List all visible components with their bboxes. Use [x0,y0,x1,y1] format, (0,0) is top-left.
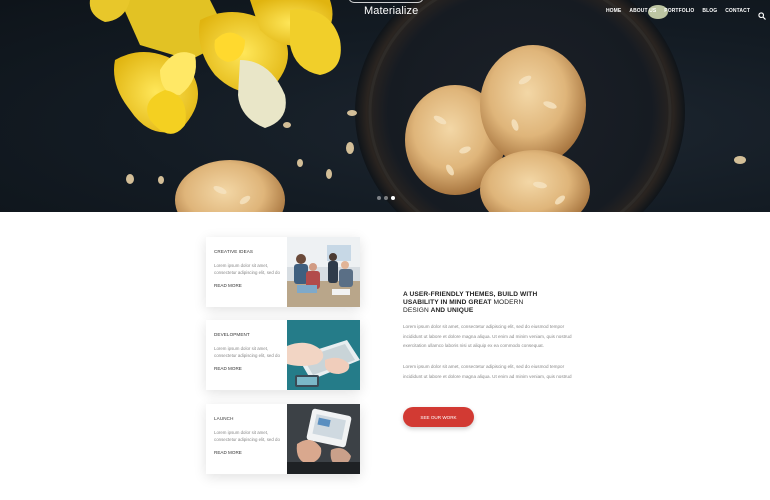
card-text: Lorem ipsum dolor sit amet, consectetur … [214,346,280,358]
card-text: Lorem ipsum dolor sit amet, consectetur … [214,263,280,275]
feature-card-development: DEVELOPMENT Lorem ipsum dolor sit amet, … [206,320,360,390]
nav-item-about-us[interactable]: ABOUT US [629,8,656,14]
about-paragraph-1: Lorem ipsum dolor sit amet, consectetur … [403,324,572,349]
read-more-link[interactable]: READ MORE [214,283,242,288]
nav-item-home[interactable]: HOME [606,8,621,14]
main-nav: HOME ABOUT US PORTFOLIO BLOG CONTACT [606,7,766,20]
brand-logo[interactable]: Materialize [364,5,418,17]
search-icon[interactable] [758,7,766,20]
card-title: CREATIVE IDEAS [214,249,254,254]
feature-card-creative-ideas: CREATIVE IDEAS Lorem ipsum dolor sit ame… [206,237,360,307]
hero-image [89,0,746,212]
slider-indicators [377,196,395,200]
card-title: LAUNCH [214,416,234,421]
headline-and-unique: AND UNIQUE [430,306,474,314]
slider-dot[interactable] [377,196,381,200]
laptop-typing-photo [287,320,360,390]
team-meeting-photo [287,237,360,307]
nav-item-contact[interactable]: CONTACT [725,8,750,14]
headline-line-2: USABILITY IN MIND GREAT [403,298,492,306]
feature-card-launch: LAUNCH Lorem ipsum dolor sit amet, conse… [206,404,360,474]
slider-dot-active[interactable] [391,196,395,200]
nav-item-portfolio[interactable]: PORTFOLIO [664,8,694,14]
read-more-link[interactable]: READ MORE [214,366,242,371]
tablet-photo [287,404,360,474]
hero-slider: Materialize HOME ABOUT US PORTFOLIO BLOG… [0,0,770,212]
brand-pill-outline [348,0,424,3]
headline-line-1: A USER-FRIENDLY THEMES, BUILD WITH [403,291,538,298]
about-headline: A USER-FRIENDLY THEMES, BUILD WITH USABI… [403,291,543,314]
see-our-work-button[interactable]: SEE OUR WORK [403,407,474,427]
read-more-link[interactable]: READ MORE [214,450,242,455]
card-text: Lorem ipsum dolor sit amet, consectetur … [214,430,280,442]
slider-dot[interactable] [384,196,388,200]
headline-modern: MODERN [493,298,524,306]
nav-item-blog[interactable]: BLOG [702,8,717,14]
card-title: DEVELOPMENT [214,332,250,337]
headline-design: DESIGN [403,306,429,314]
about-paragraph-2: Lorem ipsum dolor sit amet, consectetur … [403,364,572,379]
